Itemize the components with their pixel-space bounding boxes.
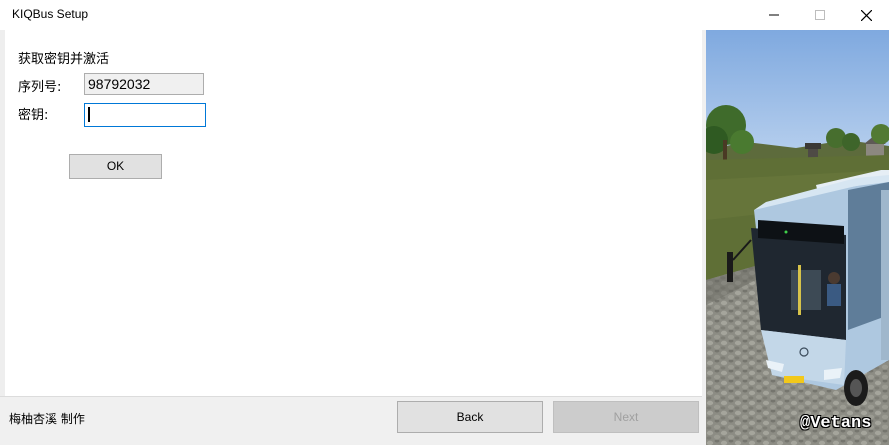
maximize-icon	[815, 10, 825, 20]
window-title: KIQBus Setup	[12, 7, 89, 21]
watermark-text: @Vetans	[800, 414, 872, 433]
bus-scene-image	[706, 30, 889, 445]
key-input[interactable]	[84, 103, 206, 127]
maximize-button	[797, 0, 843, 30]
next-button-disabled: Next	[553, 401, 699, 433]
back-button[interactable]: Back	[397, 401, 543, 433]
ok-button[interactable]: OK	[69, 154, 162, 179]
serial-label: 序列号:	[18, 80, 62, 95]
bus-illustration	[706, 30, 889, 445]
minimize-button[interactable]	[751, 0, 797, 30]
text-caret	[88, 107, 90, 122]
close-icon	[860, 9, 872, 21]
close-button[interactable]	[843, 0, 889, 30]
activation-heading: 获取密钥并激活	[18, 52, 110, 67]
credit-text: 梅柚杏溪 制作	[9, 412, 85, 426]
serial-number-field: 98792032	[84, 73, 204, 95]
minimize-icon	[769, 14, 779, 16]
key-label: 密钥:	[18, 108, 49, 123]
